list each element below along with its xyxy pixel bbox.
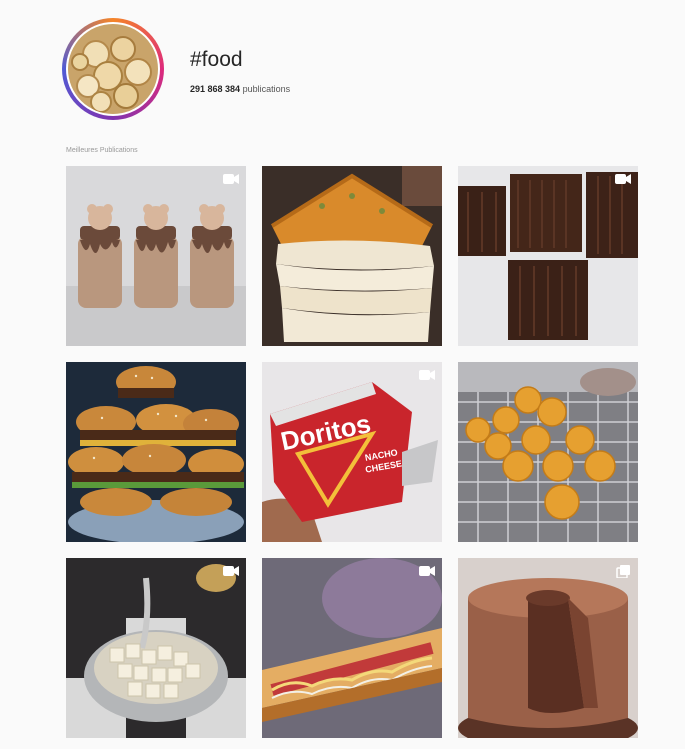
avatar-image (66, 22, 160, 116)
post-tile[interactable] (458, 558, 638, 738)
video-icon (614, 172, 632, 186)
video-icon (418, 564, 436, 578)
chocolate-cake-photo (458, 558, 638, 738)
milkshake-jars-photo (66, 166, 246, 346)
video-icon (418, 368, 436, 382)
post-tile[interactable] (66, 558, 246, 738)
post-tile[interactable] (458, 362, 638, 542)
post-tile[interactable]: Doritos NACHO CHEESE (262, 362, 442, 542)
post-tile[interactable] (458, 166, 638, 346)
hashtag-header: #food 291 868 384 publications (62, 18, 622, 123)
banana-chips-avatar (68, 24, 158, 114)
doritos-bag-photo: Doritos NACHO CHEESE (262, 362, 442, 542)
top-posts-label: Meilleures Publications (66, 147, 138, 154)
post-count-number: 291 868 384 (190, 84, 241, 94)
hashtag-title: #food (190, 48, 243, 71)
fried-puffs-photo (458, 362, 638, 542)
post-tile[interactable] (262, 166, 442, 346)
tofu-bowl-photo (66, 558, 246, 738)
posts-grid: Doritos NACHO CHEESE (66, 166, 640, 738)
video-icon (222, 564, 240, 578)
carousel-icon (614, 564, 632, 578)
post-tile[interactable] (262, 558, 442, 738)
post-count-label: publications (240, 84, 291, 94)
chocolate-cubes-photo (458, 166, 638, 346)
post-count: 291 868 384 publications (190, 84, 290, 94)
hotdog-pastry-photo (262, 558, 442, 738)
burger-pile-photo (66, 362, 246, 542)
post-tile[interactable] (66, 362, 246, 542)
video-icon (222, 172, 240, 186)
post-tile[interactable] (66, 166, 246, 346)
hashtag-avatar[interactable] (62, 18, 164, 120)
layered-pastry-photo (262, 166, 442, 346)
